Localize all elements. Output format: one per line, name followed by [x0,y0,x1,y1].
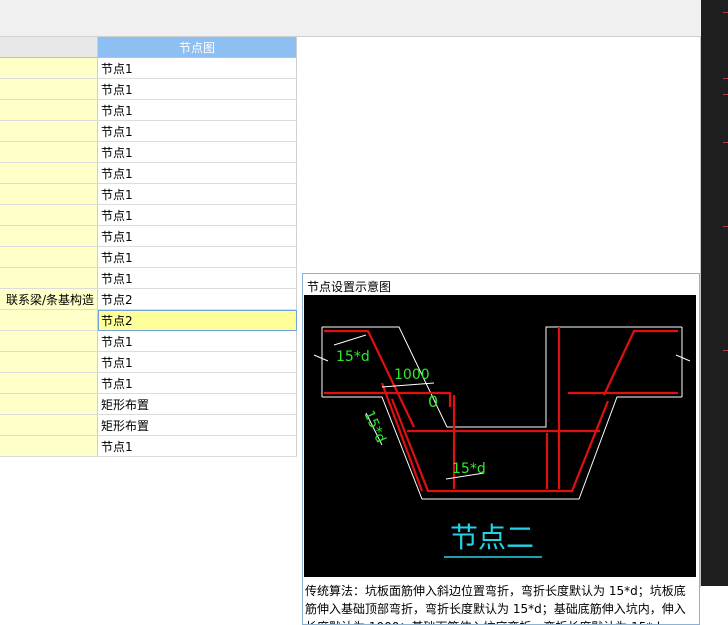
property-name-cell [0,351,98,373]
property-name-cell [0,309,98,331]
label-zero: 0 [428,392,438,411]
node-column-header: 节点图 [97,37,297,58]
property-name-cell [0,78,98,100]
dialog: 节点图 节点1 节点1 节点1 节点1 节点1 节点1 节点1 节点1 节点1 节点1 节点1 联系梁… [0,0,728,625]
table-row[interactable]: 节点2 [0,309,297,331]
node-diagram-panel: 节点设置示意图 15*d 1000 0 15*d 15*d 节点二 传统算法：坑… [302,273,700,625]
table-row[interactable]: 联系梁/条基构造 节点2 [0,288,297,310]
break-left [313,354,329,362]
node-value-cell[interactable]: 节点1 [97,99,297,121]
label-1000: 1000 [394,367,430,383]
node-value-cell[interactable]: 节点1 [97,204,297,226]
dim-15d-top [333,334,367,346]
property-name-cell [0,246,98,268]
property-name-cell [0,267,98,289]
property-name-cell [0,393,98,415]
node-value-cell[interactable]: 节点1 [97,57,297,79]
table-row[interactable]: 节点1 [0,141,297,163]
node-value-cell[interactable]: 节点1 [97,183,297,205]
label-15d-slope: 15*d [360,408,388,445]
edge-tick [723,350,728,351]
label-15d-bottom: 15*d [452,461,486,477]
node-value-cell[interactable]: 节点1 [97,267,297,289]
table-row[interactable]: 节点1 [0,225,297,247]
node-diagram: 15*d 1000 0 15*d 15*d 节点二 [304,295,696,577]
table-row[interactable]: 节点1 [0,162,297,184]
table-row[interactable]: 节点1 [0,57,297,79]
node-value-cell[interactable]: 节点1 [97,351,297,373]
property-name-cell [0,204,98,226]
property-name-cell [0,99,98,121]
property-grid-area: 节点图 节点1 节点1 节点1 节点1 节点1 节点1 节点1 节点1 节点1 节点1 节点1 联系梁… [0,36,701,625]
dim-1000 [381,382,435,388]
table-row[interactable]: 节点1 [0,267,297,289]
node-value-cell[interactable]: 节点2 [97,309,297,331]
node-value-cell[interactable]: 矩形布置 [97,393,297,415]
property-name-cell [0,414,98,436]
property-name-cell [0,141,98,163]
node-value-cell[interactable]: 节点1 [97,372,297,394]
node-value-cell[interactable]: 节点1 [97,78,297,100]
node-value-cell[interactable]: 节点1 [97,435,297,457]
node-value-cell[interactable]: 节点1 [97,162,297,184]
edge-tick [723,226,728,227]
property-name-cell [0,162,98,184]
table-row[interactable]: 节点1 [0,78,297,100]
property-name-cell [0,435,98,457]
table-row[interactable]: 矩形布置 [0,393,297,415]
table-row[interactable]: 节点1 [0,246,297,268]
node-value-cell[interactable]: 矩形布置 [97,414,297,436]
property-name-cell [0,57,98,79]
table-row[interactable]: 节点1 [0,330,297,352]
table-row[interactable]: 节点1 [0,372,297,394]
diagram-caption: 节点二 [450,521,534,554]
table-body: 节点1 节点1 节点1 节点1 节点1 节点1 节点1 节点1 节点1 节点1 节点1 联系梁/条基构… [0,57,297,457]
node-description: 传统算法：坑板面筋伸入斜边位置弯折，弯折长度默认为 15*d；坑板底筋伸入基础顶… [305,584,686,624]
property-name-cell [0,183,98,205]
rebar-slope-left [390,398,610,493]
node-value-cell[interactable]: 节点1 [97,120,297,142]
table-row[interactable]: 节点1 [0,120,297,142]
table-row[interactable]: 节点1 [0,204,297,226]
property-name-cell: 联系梁/条基构造 [0,288,98,310]
node-value-cell[interactable]: 节点2 [97,288,297,310]
table-row[interactable]: 矩形布置 [0,414,297,436]
node-value-cell[interactable]: 节点1 [97,141,297,163]
edge-tick [723,12,728,13]
table-header-row: 节点图 [0,37,297,58]
rebar-top-right [603,329,678,396]
node-value-cell[interactable]: 节点1 [97,330,297,352]
property-name-cell [0,330,98,352]
right-edge-background [701,0,728,586]
table-row[interactable]: 节点1 [0,435,297,457]
label-15d-top: 15*d [336,349,370,365]
edge-tick [723,142,728,143]
node-panel-title: 节点设置示意图 [307,280,392,294]
node-value-cell[interactable]: 节点1 [97,246,297,268]
edge-tick [723,78,728,79]
table-row[interactable]: 节点1 [0,183,297,205]
property-name-cell [0,120,98,142]
property-table: 节点图 节点1 节点1 节点1 节点1 节点1 节点1 节点1 节点1 节点1 节点1 节点1 联系梁… [0,37,297,457]
table-row[interactable]: 节点1 [0,99,297,121]
table-row[interactable]: 节点1 [0,351,297,373]
edge-tick [723,94,728,95]
property-name-cell [0,225,98,247]
property-column-header [0,37,98,58]
break-right [675,354,691,362]
node-value-cell[interactable]: 节点1 [97,225,297,247]
property-name-cell [0,372,98,394]
